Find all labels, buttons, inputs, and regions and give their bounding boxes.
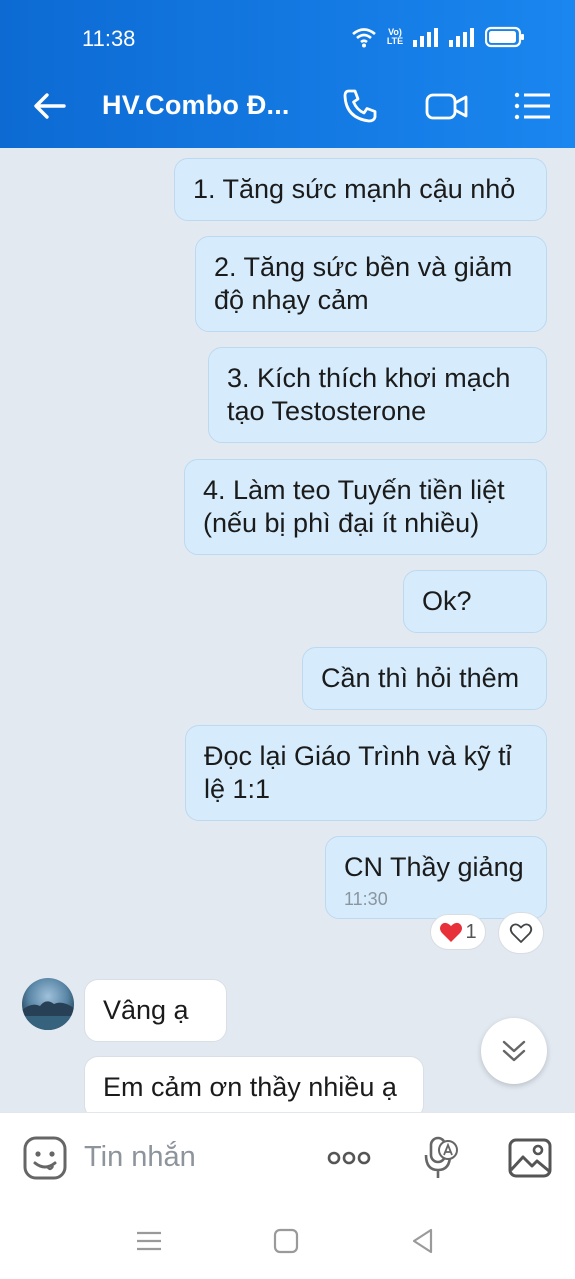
home-icon[interactable] (271, 1226, 301, 1256)
heart-outline-icon (509, 923, 533, 943)
scroll-to-bottom-button[interactable] (481, 1018, 547, 1084)
signal-icon (449, 28, 474, 47)
status-icons: Vo) LTE (351, 26, 525, 48)
message-time: 11:30 (344, 889, 388, 909)
message-bubble[interactable]: CN Thầy giảng 11:30 (325, 836, 547, 919)
reaction-count[interactable]: 1 (430, 914, 486, 950)
message-bubble[interactable]: Vâng ạ (84, 979, 227, 1042)
message-bubble[interactable]: 3. Kích thích khơi mạch tạo Testosterone (208, 347, 547, 443)
more-options-icon[interactable] (326, 1135, 372, 1181)
heart-icon (440, 922, 463, 942)
message-bubble[interactable]: Ok? (403, 570, 547, 633)
message-text: 4. Làm teo Tuyến tiền liệt (nếu bị phì đ… (203, 475, 505, 538)
message-text: Vâng ạ (103, 995, 189, 1025)
message-bubble[interactable]: Em cảm ơn thầy nhiều ạ (84, 1056, 424, 1112)
react-button[interactable] (498, 912, 544, 954)
message-text: CN Thầy giảng (344, 852, 524, 882)
message-bubble[interactable]: Cần thì hỏi thêm (302, 647, 547, 710)
message-composer: Tin nhắn (0, 1112, 575, 1204)
message-bubble[interactable]: Đọc lại Giáo Trình và kỹ tỉ lệ 1:1 (185, 725, 547, 821)
wifi-icon (352, 28, 376, 48)
message-text: Cần thì hỏi thêm (321, 663, 520, 693)
battery-icon (485, 26, 524, 48)
volte-icon: Vo) LTE (386, 27, 404, 46)
message-bubble[interactable]: 2. Tăng sức bền và giảm độ nhạy cảm (195, 236, 547, 332)
message-text: 2. Tăng sức bền và giảm độ nhạy cảm (214, 252, 513, 315)
back-triangle-icon[interactable] (408, 1226, 438, 1256)
message-text: Ok? (422, 586, 472, 616)
avatar[interactable] (22, 978, 74, 1030)
message-list[interactable]: 1. Tăng sức mạnh cậu nhỏ 2. Tăng sức bền… (0, 148, 575, 1112)
status-time: 11:38 (82, 26, 136, 51)
phone-call-icon[interactable] (340, 86, 380, 126)
message-text: Em cảm ơn thầy nhiều ạ (103, 1072, 397, 1102)
menu-list-icon[interactable] (512, 86, 552, 126)
chat-title[interactable]: HV.Combo Đ... (102, 90, 290, 121)
double-chevron-down-icon (502, 1040, 526, 1062)
sticker-icon[interactable] (22, 1135, 68, 1181)
system-nav-bar (0, 1204, 575, 1279)
avatar-image (22, 1001, 74, 1030)
recent-apps-icon[interactable] (134, 1226, 164, 1256)
message-bubble[interactable]: 4. Làm teo Tuyến tiền liệt (nếu bị phì đ… (184, 459, 547, 555)
voice-to-text-icon[interactable] (418, 1135, 464, 1181)
message-text: 3. Kích thích khơi mạch tạo Testosterone (227, 363, 511, 426)
message-input[interactable]: Tin nhắn (84, 1141, 196, 1174)
message-text: Đọc lại Giáo Trình và kỹ tỉ lệ 1:1 (204, 741, 512, 804)
status-bar: 11:38 Vo) LTE (0, 0, 575, 62)
signal-icon (413, 28, 438, 47)
back-arrow-icon[interactable] (30, 86, 70, 126)
video-call-icon[interactable] (424, 86, 470, 126)
message-text: 1. Tăng sức mạnh cậu nhỏ (193, 174, 516, 204)
reaction-count-value: 1 (465, 920, 477, 943)
chat-header: HV.Combo Đ... (0, 62, 575, 148)
image-gallery-icon[interactable] (507, 1135, 553, 1181)
message-bubble[interactable]: 1. Tăng sức mạnh cậu nhỏ (174, 158, 547, 221)
